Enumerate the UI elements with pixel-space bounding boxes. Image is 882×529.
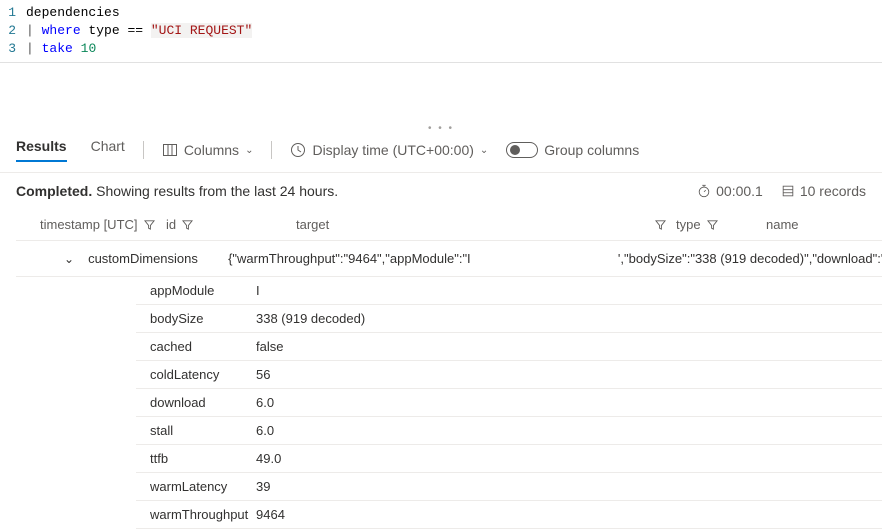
columns-label: Columns [184,142,239,158]
display-time-button[interactable]: Display time (UTC+00:00) ⌄ [290,142,488,158]
group-columns-toggle[interactable]: Group columns [506,142,639,158]
query-line-1[interactable]: dependencies [26,4,120,22]
col-header-target[interactable]: target [296,217,676,232]
detail-row: appModuleI [136,277,882,305]
filter-icon[interactable] [182,219,193,230]
results-toolbar: Results Chart Columns ⌄ Display time (UT… [0,138,882,173]
line-number: 3 [0,40,26,58]
customdimensions-preview: {"warmThroughput":"9464","appModule":"I … [228,251,882,266]
expand-chevron-icon[interactable]: ⌄ [64,252,74,266]
separator [143,141,144,159]
grid-header-row: timestamp [UTC] id target type name [16,209,882,241]
detail-row: coldLatency56 [136,361,882,389]
detail-row: warmLatency39 [136,473,882,501]
group-columns-label: Group columns [544,142,639,158]
query-line-2[interactable]: | where type == "UCI REQUEST" [26,22,252,40]
status-duration: 00:00.1 [697,183,763,199]
col-header-id[interactable]: id [166,217,296,232]
display-time-label: Display time (UTC+00:00) [312,142,473,158]
filter-icon[interactable] [707,219,718,230]
tab-results[interactable]: Results [16,138,67,162]
tab-chart[interactable]: Chart [91,138,125,162]
customdimensions-label: customDimensions [88,251,228,266]
line-number: 2 [0,22,26,40]
filter-icon[interactable] [144,219,155,230]
stopwatch-icon [697,184,711,198]
customdimensions-details: appModuleI bodySize338 (919 decoded) cac… [136,277,882,529]
records-icon [781,184,795,198]
clock-icon [290,142,306,158]
resize-handle-icon[interactable]: • • • [0,123,882,134]
chevron-down-icon: ⌄ [245,145,253,156]
filter-icon[interactable] [655,219,666,230]
query-line-3[interactable]: | take 10 [26,40,96,58]
toggle-off-icon[interactable] [506,142,538,158]
col-header-name[interactable]: name [766,217,856,232]
col-header-type[interactable]: type [676,217,766,232]
columns-button[interactable]: Columns ⌄ [162,142,254,158]
result-tabs: Results Chart [16,138,125,162]
detail-row: bodySize338 (919 decoded) [136,305,882,333]
results-grid: timestamp [UTC] id target type name ⌄ cu… [0,209,882,529]
status-records: 10 records [781,183,866,199]
detail-row: download6.0 [136,389,882,417]
detail-row: ttfb49.0 [136,445,882,473]
separator [271,141,272,159]
line-number: 1 [0,4,26,22]
detail-row: cachedfalse [136,333,882,361]
col-header-timestamp[interactable]: timestamp [UTC] [16,217,166,232]
chevron-down-icon: ⌄ [480,145,488,156]
status-bar: Completed. Showing results from the last… [0,173,882,209]
customdimensions-row[interactable]: ⌄ customDimensions {"warmThroughput":"94… [16,241,882,277]
columns-icon [162,142,178,158]
detail-row: stall6.0 [136,417,882,445]
status-completed: Completed. [16,183,92,199]
query-editor[interactable]: 1 dependencies 2 | where type == "UCI RE… [0,0,882,63]
status-range: Showing results from the last 24 hours. [96,183,338,199]
